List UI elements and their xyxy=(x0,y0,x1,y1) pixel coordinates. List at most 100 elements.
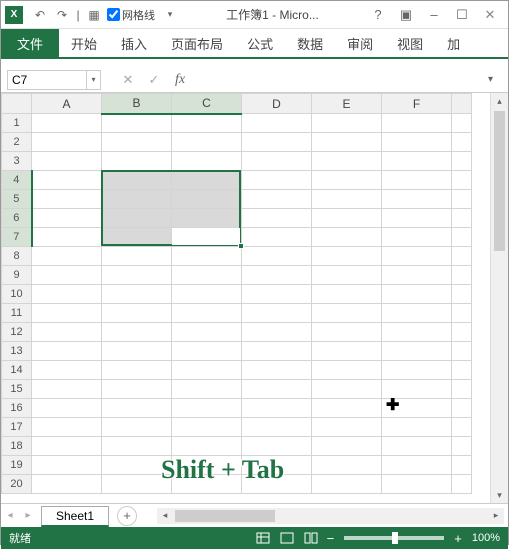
cell[interactable] xyxy=(312,418,382,437)
cell[interactable] xyxy=(452,114,472,133)
scroll-down-arrow[interactable]: ▾ xyxy=(491,487,508,503)
cell[interactable] xyxy=(102,152,172,171)
file-tab[interactable]: 文件 xyxy=(1,29,59,57)
cell[interactable] xyxy=(32,247,102,266)
name-box-dropdown[interactable]: ▾ xyxy=(87,70,101,90)
cell[interactable] xyxy=(32,361,102,380)
cell[interactable] xyxy=(382,114,452,133)
row-header[interactable]: 13 xyxy=(2,342,32,361)
cell[interactable] xyxy=(452,152,472,171)
cell[interactable] xyxy=(452,266,472,285)
scroll-up-arrow[interactable]: ▴ xyxy=(491,93,508,109)
cell[interactable] xyxy=(32,133,102,152)
cell[interactable] xyxy=(382,475,452,494)
cell[interactable] xyxy=(102,209,172,228)
cell[interactable] xyxy=(242,380,312,399)
cell[interactable] xyxy=(32,190,102,209)
cell[interactable] xyxy=(102,399,172,418)
cell[interactable] xyxy=(242,437,312,456)
cell[interactable] xyxy=(32,152,102,171)
cell[interactable] xyxy=(102,247,172,266)
cell[interactable] xyxy=(452,418,472,437)
row-header[interactable]: 19 xyxy=(2,456,32,475)
page-break-view-button[interactable] xyxy=(300,529,322,547)
row-header[interactable]: 10 xyxy=(2,285,32,304)
cell[interactable] xyxy=(32,114,102,133)
cell[interactable] xyxy=(452,171,472,190)
row-header[interactable]: 17 xyxy=(2,418,32,437)
row-header[interactable]: 6 xyxy=(2,209,32,228)
row-header[interactable]: 12 xyxy=(2,323,32,342)
column-header[interactable]: F xyxy=(382,94,452,114)
cell[interactable] xyxy=(312,266,382,285)
cell[interactable] xyxy=(242,152,312,171)
cell[interactable] xyxy=(452,399,472,418)
cell[interactable] xyxy=(172,247,242,266)
cell[interactable] xyxy=(382,323,452,342)
tab-view[interactable]: 视图 xyxy=(385,29,435,57)
cell[interactable] xyxy=(32,304,102,323)
zoom-slider-thumb[interactable] xyxy=(392,532,398,544)
cell[interactable] xyxy=(312,399,382,418)
cell[interactable] xyxy=(382,171,452,190)
cell[interactable] xyxy=(172,361,242,380)
cell[interactable] xyxy=(452,285,472,304)
close-button[interactable]: ✕ xyxy=(476,4,504,26)
qat-dropdown[interactable]: ▾ xyxy=(160,5,180,25)
cell[interactable] xyxy=(382,133,452,152)
cell[interactable] xyxy=(172,190,242,209)
cell[interactable] xyxy=(102,285,172,304)
cell[interactable] xyxy=(382,342,452,361)
cell[interactable] xyxy=(452,228,472,247)
formula-input[interactable] xyxy=(195,70,488,90)
cell[interactable] xyxy=(172,285,242,304)
select-all-corner[interactable] xyxy=(2,94,32,114)
cell[interactable] xyxy=(172,133,242,152)
cell[interactable] xyxy=(382,190,452,209)
cell[interactable] xyxy=(312,133,382,152)
cell[interactable] xyxy=(102,266,172,285)
cell[interactable] xyxy=(242,418,312,437)
cell[interactable] xyxy=(242,285,312,304)
cell[interactable] xyxy=(312,380,382,399)
row-header[interactable]: 3 xyxy=(2,152,32,171)
cell[interactable] xyxy=(382,304,452,323)
name-box[interactable]: C7 xyxy=(7,70,87,90)
cell[interactable] xyxy=(242,190,312,209)
cell[interactable] xyxy=(312,342,382,361)
cell[interactable] xyxy=(242,171,312,190)
cell[interactable] xyxy=(242,133,312,152)
cell[interactable] xyxy=(102,190,172,209)
cell[interactable] xyxy=(172,323,242,342)
cell[interactable] xyxy=(102,418,172,437)
cell[interactable] xyxy=(312,475,382,494)
cell[interactable] xyxy=(382,266,452,285)
sheet-nav-next[interactable]: ▸ xyxy=(19,505,37,527)
cell[interactable] xyxy=(242,228,312,247)
cell[interactable] xyxy=(242,209,312,228)
cell[interactable] xyxy=(382,380,452,399)
cell[interactable] xyxy=(382,418,452,437)
cell[interactable] xyxy=(452,247,472,266)
cell[interactable] xyxy=(452,456,472,475)
tab-review[interactable]: 审阅 xyxy=(335,29,385,57)
column-header[interactable]: A xyxy=(32,94,102,114)
cell[interactable] xyxy=(312,304,382,323)
horizontal-scroll-thumb[interactable] xyxy=(175,510,275,522)
cell[interactable] xyxy=(102,323,172,342)
cell[interactable] xyxy=(242,456,312,475)
row-header[interactable]: 8 xyxy=(2,247,32,266)
row-header[interactable]: 4 xyxy=(2,171,32,190)
row-header[interactable]: 18 xyxy=(2,437,32,456)
cell[interactable] xyxy=(172,304,242,323)
cell[interactable] xyxy=(242,323,312,342)
cell[interactable] xyxy=(312,209,382,228)
cell[interactable] xyxy=(242,475,312,494)
zoom-out-button[interactable]: − xyxy=(323,531,339,546)
cell[interactable] xyxy=(172,456,242,475)
zoom-slider[interactable] xyxy=(344,536,444,540)
minimize-button[interactable]: – xyxy=(420,4,448,26)
cell[interactable] xyxy=(32,228,102,247)
cell[interactable] xyxy=(312,190,382,209)
column-header[interactable]: C xyxy=(172,94,242,114)
